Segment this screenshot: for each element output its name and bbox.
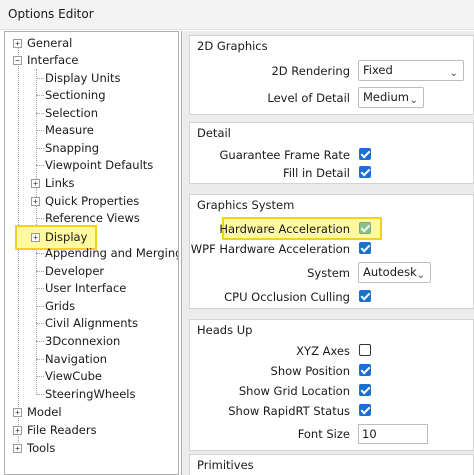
expand-icon[interactable]: + xyxy=(13,426,22,435)
2d-rendering-label: 2D Rendering xyxy=(271,64,350,78)
tree-connector xyxy=(36,113,44,114)
tree-connector xyxy=(36,323,44,324)
tree-item-label: Selection xyxy=(45,106,98,120)
tree-connector xyxy=(36,394,44,395)
tree-connector xyxy=(36,148,44,149)
tree-item-label: User Interface xyxy=(45,281,127,295)
tree-connector xyxy=(36,359,44,360)
level-of-detail-dropdown[interactable]: Medium ⌄ xyxy=(358,87,424,108)
tree-item-label: Links xyxy=(45,176,75,190)
cpu-occlusion-culling-label: CPU Occlusion Culling xyxy=(224,290,350,304)
wpf-hardware-acceleration-label: WPF Hardware Acceleration xyxy=(190,242,350,256)
dropdown-value: Autodesk xyxy=(363,265,417,279)
group-title: Primitives xyxy=(197,458,254,472)
tree-item-label: Display xyxy=(45,230,88,244)
tree-item-label: ViewCube xyxy=(45,369,102,383)
system-dropdown[interactable]: Autodesk ⌄ xyxy=(358,262,431,283)
window-title: Options Editor xyxy=(8,7,94,21)
expand-icon[interactable]: + xyxy=(31,197,40,206)
group-title: 2D Graphics xyxy=(197,39,268,53)
show-position-label: Show Position xyxy=(270,364,350,378)
tree-connector xyxy=(36,95,44,96)
tree-item-label: Sectioning xyxy=(45,88,106,102)
expand-icon[interactable]: + xyxy=(31,179,40,188)
tree-item-label: Civil Alignments xyxy=(45,316,138,330)
group-title: Graphics System xyxy=(197,198,295,212)
tree-connector xyxy=(36,78,44,79)
fill-in-detail-label: Fill in Detail xyxy=(282,166,350,180)
title-bar: Options Editor xyxy=(0,0,474,30)
2d-rendering-dropdown[interactable]: Fixed ⌄ xyxy=(358,60,464,81)
font-size-label: Font Size xyxy=(297,427,350,441)
wpf-hardware-acceleration-checkbox[interactable] xyxy=(359,242,371,254)
font-size-input[interactable]: 10 xyxy=(358,424,428,444)
dropdown-value: Fixed xyxy=(363,63,393,77)
guarantee-frame-rate-checkbox[interactable] xyxy=(359,148,371,160)
expand-icon[interactable]: + xyxy=(13,39,22,48)
hardware-acceleration-checkbox[interactable] xyxy=(359,222,371,234)
tree-item-label: Model xyxy=(27,405,62,419)
show-rapidrt-status-label: Show RapidRT Status xyxy=(228,404,350,418)
show-rapidrt-status-checkbox[interactable] xyxy=(359,404,371,416)
tree-item-label: Grids xyxy=(45,299,76,313)
show-grid-location-label: Show Grid Location xyxy=(238,384,350,398)
group-title: Heads Up xyxy=(197,323,253,337)
group-primitives: Primitives xyxy=(189,454,474,475)
tree-connector xyxy=(36,306,44,307)
tree-item-label: Developer xyxy=(45,264,105,278)
group-title: Detail xyxy=(197,126,231,140)
fill-in-detail-checkbox[interactable] xyxy=(359,166,371,178)
expand-icon[interactable]: + xyxy=(13,444,22,453)
tree-connector xyxy=(36,288,44,289)
tree-connector xyxy=(36,218,44,219)
tree-connector xyxy=(36,130,44,131)
tree-item-label: Quick Properties xyxy=(45,194,140,208)
tree-item-label: Reference Views xyxy=(45,211,140,225)
tree-item-label: Tools xyxy=(27,441,56,455)
tree-item-label: Measure xyxy=(45,123,94,137)
dropdown-value: Medium xyxy=(363,90,409,104)
tree-connector xyxy=(36,165,44,166)
system-label: System xyxy=(307,266,350,280)
tree-item-label: Viewpoint Defaults xyxy=(45,158,154,172)
chevron-down-icon: ⌄ xyxy=(409,95,418,106)
expand-icon[interactable]: + xyxy=(31,233,40,242)
tree-connector xyxy=(36,341,44,342)
tree-connector xyxy=(36,271,44,272)
xyz-axes-label: XYZ Axes xyxy=(296,344,350,358)
level-of-detail-label: Level of Detail xyxy=(267,91,350,105)
expand-icon[interactable]: + xyxy=(13,408,22,417)
tree-connector xyxy=(36,376,44,377)
tree-item-label: Interface xyxy=(27,53,79,67)
tree-item-label: 3Dconnexion xyxy=(45,334,121,348)
tree-item-label: Display Units xyxy=(45,71,121,85)
chevron-down-icon: ⌄ xyxy=(416,270,425,281)
options-tree[interactable]: + General − Interface Display Units Sect… xyxy=(4,31,179,475)
collapse-icon[interactable]: − xyxy=(13,56,22,65)
guarantee-frame-rate-label: Guarantee Frame Rate xyxy=(219,148,350,162)
tree-connector xyxy=(36,253,44,254)
show-position-checkbox[interactable] xyxy=(359,364,371,376)
tree-item-label: SteeringWheels xyxy=(45,387,136,401)
cpu-occlusion-culling-checkbox[interactable] xyxy=(359,290,371,302)
panel-divider xyxy=(181,31,182,475)
tree-item-label: General xyxy=(27,36,73,50)
xyz-axes-checkbox[interactable] xyxy=(359,344,371,356)
tree-item-label: Snapping xyxy=(45,141,100,155)
tree-item-label: Appending and Merging xyxy=(45,246,179,260)
chevron-down-icon: ⌄ xyxy=(449,68,458,79)
show-grid-location-checkbox[interactable] xyxy=(359,384,371,396)
hardware-acceleration-label: Hardware Acceleration xyxy=(219,222,350,236)
tree-item-label: Navigation xyxy=(45,352,108,366)
tree-item-label: File Readers xyxy=(27,423,97,437)
